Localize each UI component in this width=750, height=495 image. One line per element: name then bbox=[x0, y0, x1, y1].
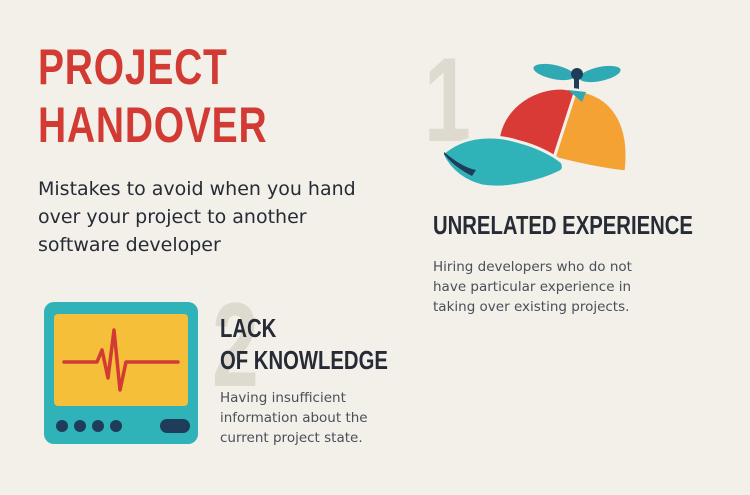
item-1-description: Hiring developers who do not have partic… bbox=[433, 259, 632, 315]
page-subtitle: Mistakes to avoid when you hand over you… bbox=[38, 178, 356, 256]
item-2-description: Having insufficient information about th… bbox=[220, 390, 368, 446]
propeller-icon bbox=[533, 63, 621, 92]
item-2-title-line-1: LACK bbox=[220, 313, 277, 343]
item-1-title: UNRELATED EXPERIENCE bbox=[433, 210, 693, 240]
page-title: PROJECT HANDOVER bbox=[38, 38, 267, 154]
monitor-button-3 bbox=[92, 420, 104, 432]
item-2-title-line-2: OF KNOWLEDGE bbox=[220, 345, 388, 375]
title-line-1: PROJECT bbox=[38, 39, 228, 95]
heart-monitor-icon bbox=[44, 302, 198, 444]
item-2-title: LACK OF KNOWLEDGE bbox=[220, 312, 388, 376]
monitor-button-4 bbox=[110, 420, 122, 432]
title-line-2: HANDOVER bbox=[38, 97, 268, 153]
monitor-slot bbox=[160, 419, 190, 433]
monitor-button-2 bbox=[74, 420, 86, 432]
monitor-button-1 bbox=[56, 420, 68, 432]
propeller-cap-icon bbox=[440, 63, 629, 189]
